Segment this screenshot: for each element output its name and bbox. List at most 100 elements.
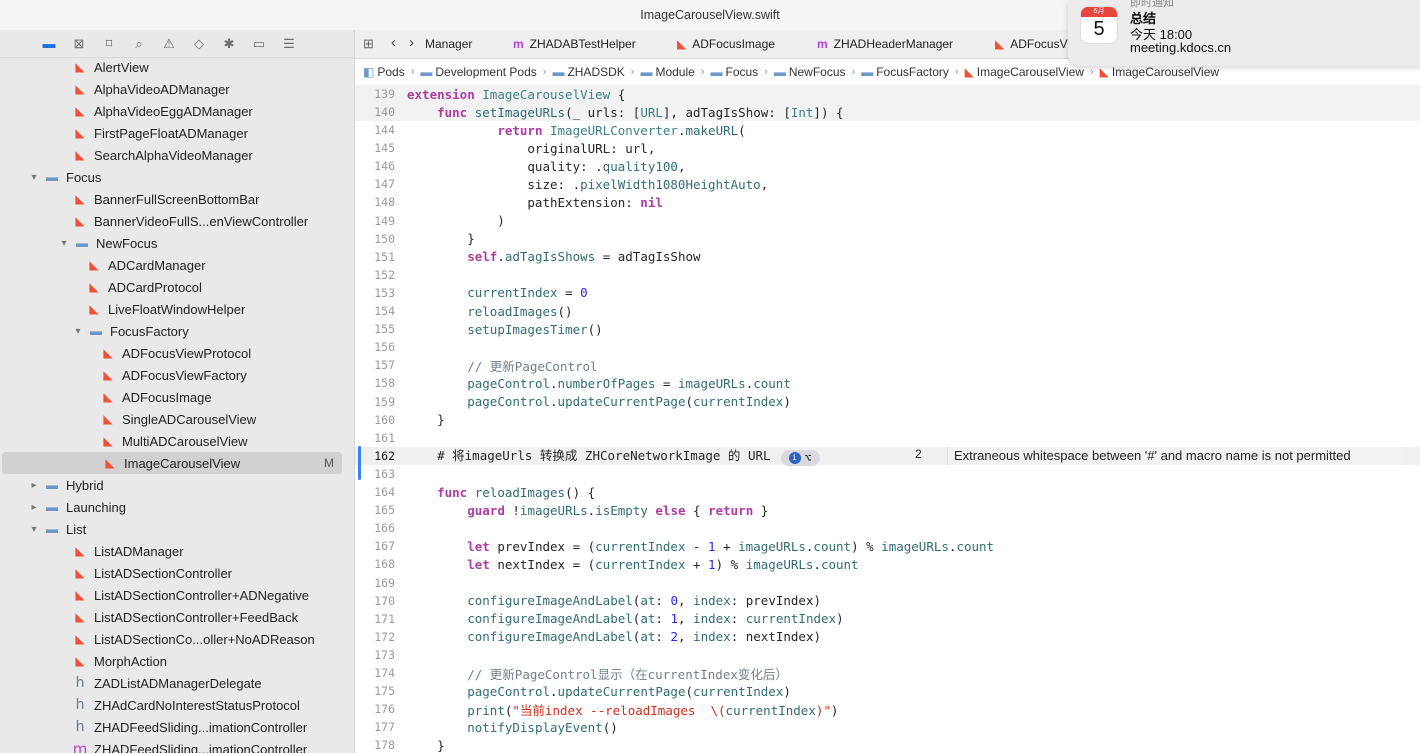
folder-row[interactable]: ▾ ▬ NewFocus	[0, 232, 342, 254]
breadcrumb-item[interactable]: ▬ FocusFactory	[861, 65, 949, 79]
code-line[interactable]: 139 extension ImageCarouselView {	[355, 85, 1420, 103]
code-line[interactable]: 175 pageControl.updateCurrentPage(curren…	[355, 682, 1420, 700]
breadcrumb-item[interactable]: ◧ Pods	[363, 65, 405, 79]
file-row[interactable]: ◣ ListADSectionController	[0, 562, 342, 584]
editor-tab[interactable]: m ZHADHeaderManager	[817, 37, 953, 51]
source-control-icon[interactable]: ⊠	[70, 35, 88, 53]
code-line[interactable]: 158 pageControl.numberOfPages = imageURL…	[355, 374, 1420, 392]
folder-row[interactable]: ▾ ▬ List	[0, 518, 342, 540]
file-row[interactable]: ◣ BannerVideoFullS...enViewController	[0, 210, 342, 232]
grid-icon[interactable]: ⊞	[363, 36, 374, 52]
code-line[interactable]: 160 }	[355, 411, 1420, 429]
file-row[interactable]: h ZHADFeedSliding...imationController	[0, 716, 342, 738]
editor-tab[interactable]: m ZHADABTestHelper	[513, 37, 636, 51]
file-row[interactable]: ◣ FirstPageFloatADManager	[0, 122, 342, 144]
code-line[interactable]: 173	[355, 646, 1420, 664]
breadcrumb-item[interactable]: ▬ Development Pods	[420, 65, 536, 79]
code-line[interactable]: 174 // 更新PageControl显示（在currentIndex变化后）	[355, 664, 1420, 682]
folder-icon[interactable]: ▬	[40, 35, 58, 53]
breakpoint-icon[interactable]: ▭	[250, 35, 268, 53]
breadcrumb-item[interactable]: ▬ Module	[640, 65, 694, 79]
code-line[interactable]: 157 // 更新PageControl	[355, 356, 1420, 374]
code-line[interactable]: 144 return ImageURLConverter.makeURL(	[355, 121, 1420, 139]
file-row[interactable]: ◣ ListADSectionCo...oller+NoADReason	[0, 628, 342, 650]
chevron-right-icon[interactable]: ▸	[28, 480, 40, 491]
debug-icon[interactable]: ✱	[220, 35, 238, 53]
file-row[interactable]: ◣ SearchAlphaVideoManager	[0, 144, 342, 166]
forward-icon[interactable]: ›	[409, 34, 414, 51]
chevron-down-icon[interactable]: ▾	[28, 524, 40, 535]
chevron-right-icon[interactable]: ▸	[28, 502, 40, 513]
code-line[interactable]: 150 }	[355, 230, 1420, 248]
code-line[interactable]: 178 }	[355, 736, 1420, 754]
code-line[interactable]: 145 originalURL: url,	[355, 139, 1420, 157]
file-row[interactable]: m ZHADFeedSliding...imationController	[0, 738, 342, 753]
file-row[interactable]: ◣ ADFocusImage	[0, 386, 342, 408]
file-row[interactable]: ◣ ADCardProtocol	[0, 276, 342, 298]
file-row[interactable]: ◣ ListADSectionController+ADNegative	[0, 584, 342, 606]
file-row[interactable]: ◣ ADFocusViewFactory	[0, 364, 342, 386]
code-line[interactable]: 149 )	[355, 212, 1420, 230]
breadcrumb-item[interactable]: ▬ Focus	[710, 65, 758, 79]
code-line[interactable]: 165 guard !imageURLs.isEmpty else { retu…	[355, 501, 1420, 519]
back-icon[interactable]: ‹	[391, 34, 396, 51]
file-row[interactable]: ◣ LiveFloatWindowHelper	[0, 298, 342, 320]
issue-count[interactable]: 2	[915, 447, 922, 461]
fixit-button[interactable]: i ⌥	[780, 450, 820, 467]
notification-banner[interactable]: 即时通知 6月 5 总结 今天 18:00 meeting.kdocs.cn	[1068, 0, 1420, 66]
code-line[interactable]: 148 pathExtension: nil	[355, 193, 1420, 211]
code-line[interactable]: 169	[355, 574, 1420, 592]
file-row[interactable]: ◣ ImageCarouselView M	[2, 452, 342, 474]
code-line[interactable]: 152	[355, 266, 1420, 284]
code-line[interactable]: 167 let prevIndex = (currentIndex - 1 + …	[355, 537, 1420, 555]
code-line[interactable]: 170 configureImageAndLabel(at: 0, index:…	[355, 592, 1420, 610]
find-icon[interactable]: ⌕	[130, 35, 148, 53]
file-row[interactable]: ◣ BannerFullScreenBottomBar	[0, 188, 342, 210]
code-line[interactable]: 147 size: .pixelWidth1080HeightAuto,	[355, 175, 1420, 193]
code-line[interactable]: 154 reloadImages()	[355, 302, 1420, 320]
file-row[interactable]: ◣ AlphaVideoADManager	[0, 78, 342, 100]
breadcrumb-item[interactable]: ▬ NewFocus	[774, 65, 846, 79]
code-line[interactable]: 153 currentIndex = 0	[355, 284, 1420, 302]
file-row[interactable]: ◣ ListADSectionController+FeedBack	[0, 606, 342, 628]
file-row[interactable]: ◣ AlertView	[0, 56, 342, 78]
code-line[interactable]: 155 setupImagesTimer()	[355, 320, 1420, 338]
code-line[interactable]: 140 func setImageURLs(_ urls: [URL], adT…	[355, 103, 1420, 121]
report-icon[interactable]: ☰	[280, 35, 298, 53]
editor-tab[interactable]: Manager	[425, 37, 472, 51]
code-line[interactable]: 177 notifyDisplayEvent()	[355, 718, 1420, 736]
code-line[interactable]: 172 configureImageAndLabel(at: 2, index:…	[355, 628, 1420, 646]
code-line[interactable]: 176 print("当前index --reloadImages \(curr…	[355, 700, 1420, 718]
folder-row[interactable]: ▸ ▬ Launching	[0, 496, 342, 518]
code-line[interactable]: 164 func reloadImages() {	[355, 483, 1420, 501]
breadcrumb-item[interactable]: ◣ ImageCarouselView	[965, 65, 1084, 79]
file-row[interactable]: h ZADListADManagerDelegate	[0, 672, 342, 694]
code-line[interactable]: 162 # 将imageUrls 转换成 ZHCoreNetworkImage …	[355, 446, 1420, 467]
code-line[interactable]: 159 pageControl.updateCurrentPage(curren…	[355, 393, 1420, 411]
folder-row[interactable]: ▸ ▬ Hybrid	[0, 474, 342, 496]
code-line[interactable]: 163	[355, 465, 1420, 483]
file-row[interactable]: ◣ MultiADCarouselView	[0, 430, 342, 452]
issue-message[interactable]: Extraneous whitespace between '#' and ma…	[947, 446, 1404, 465]
chevron-down-icon[interactable]: ▾	[28, 172, 40, 183]
chevron-down-icon[interactable]: ▾	[58, 238, 70, 249]
folder-row[interactable]: ▾ ▬ Focus	[0, 166, 342, 188]
file-row[interactable]: ◣ MorphAction	[0, 650, 342, 672]
code-line[interactable]: 146 quality: .quality100,	[355, 157, 1420, 175]
issue-icon[interactable]: ⚠	[160, 35, 178, 53]
code-line[interactable]: 151 self.adTagIsShows = adTagIsShow	[355, 248, 1420, 266]
breadcrumb-item[interactable]: ◣ ImageCarouselView	[1100, 65, 1219, 79]
folder-row[interactable]: ▾ ▬ FocusFactory	[0, 320, 342, 342]
code-line[interactable]: 166	[355, 519, 1420, 537]
editor-tab[interactable]: ◣ ADFocusImage	[677, 37, 775, 51]
editor-tab[interactable]: ◣ ADFocusVi	[995, 37, 1070, 51]
breadcrumb-item[interactable]: ▬ ZHADSDK	[552, 65, 624, 79]
code-line[interactable]: 161	[355, 429, 1420, 447]
code-line[interactable]: 171 configureImageAndLabel(at: 1, index:…	[355, 610, 1420, 628]
test-icon[interactable]: ◇	[190, 35, 208, 53]
file-row[interactable]: ◣ AlphaVideoEggADManager	[0, 100, 342, 122]
file-row[interactable]: ◣ ADFocusViewProtocol	[0, 342, 342, 364]
file-row[interactable]: ◣ ADCardManager	[0, 254, 342, 276]
code-line[interactable]: 168 let nextIndex = (currentIndex + 1) %…	[355, 555, 1420, 573]
file-row[interactable]: ◣ SingleADCarouselView	[0, 408, 342, 430]
